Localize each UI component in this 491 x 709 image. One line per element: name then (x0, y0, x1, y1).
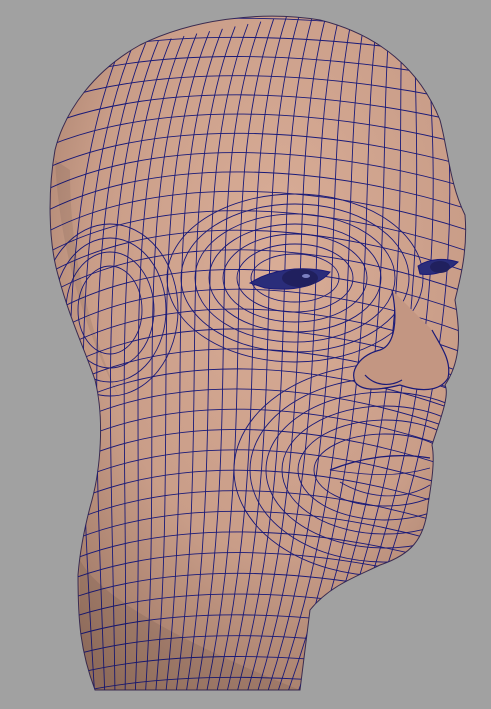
head-mesh-icon[interactable] (0, 0, 491, 709)
3d-viewport[interactable] (0, 0, 491, 709)
head-model[interactable] (30, 15, 491, 706)
